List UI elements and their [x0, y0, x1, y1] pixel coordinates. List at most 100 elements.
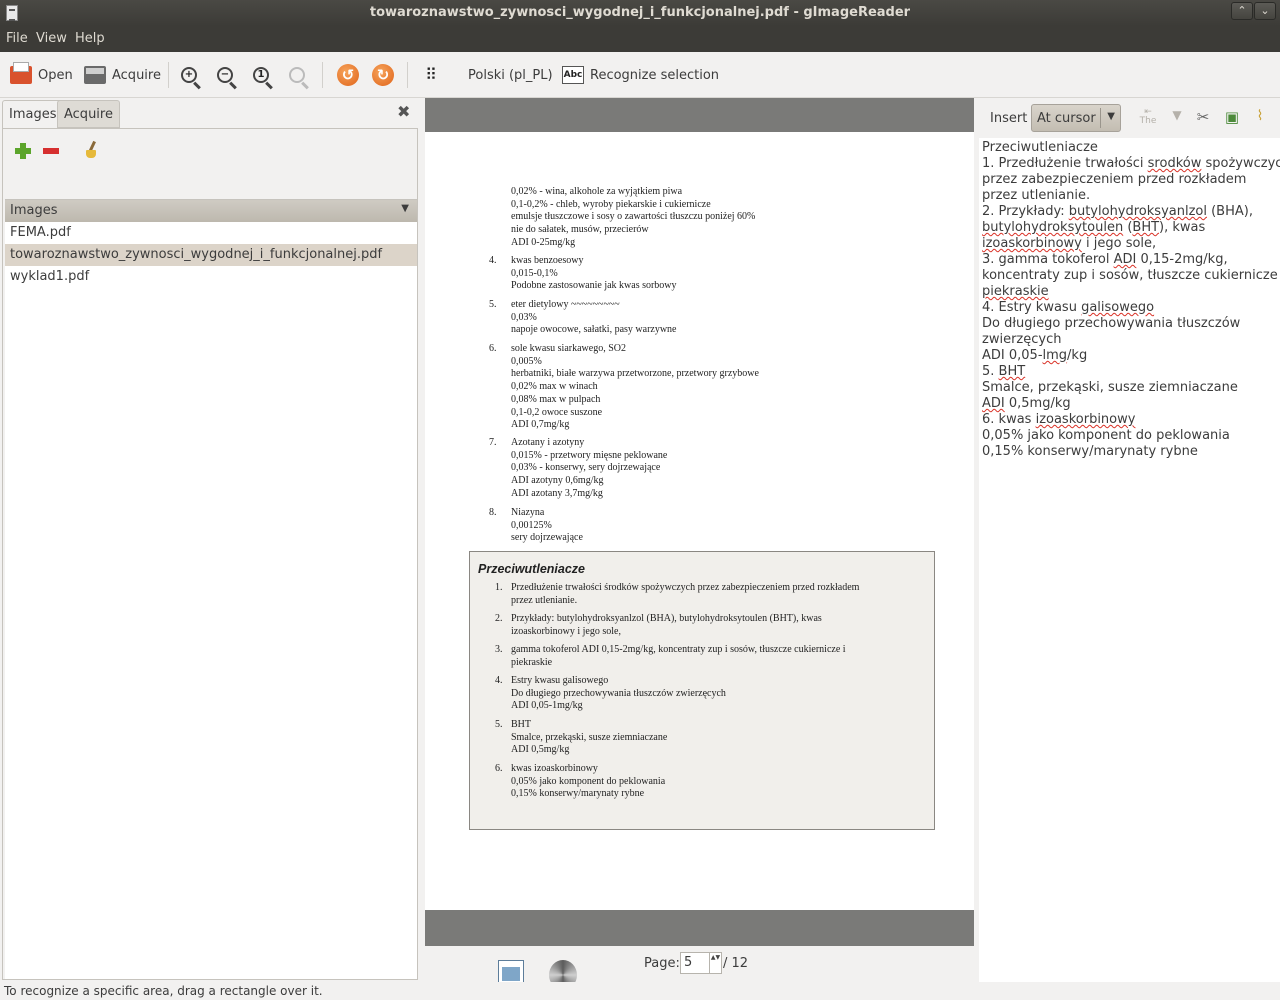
page-total: / 12 [723, 956, 749, 971]
menu-help[interactable]: Help [75, 31, 105, 46]
toolbar-separator [168, 62, 169, 88]
output-line: ADI 0,05-lmg/kg [982, 348, 1088, 363]
remove-image-icon[interactable] [43, 148, 59, 154]
doc-item: 4. kwas benzoesowy 0,015-0,1% Podobne za… [489, 255, 677, 292]
zoom-fit-icon [289, 67, 305, 83]
recognize-selection-button[interactable]: Abc Recognize selection [562, 62, 719, 88]
clear-output-icon[interactable]: ⌇ [1250, 108, 1270, 128]
minimize-button[interactable]: ⌃ [1231, 2, 1253, 20]
output-line: ADI 0,5mg/kg [982, 396, 1071, 411]
close-window-button[interactable]: ⌄ [1254, 2, 1276, 20]
box-item: 4. Estry kwasu galisowego Do długiego pr… [495, 675, 726, 712]
toolbar-separator [322, 62, 323, 88]
output-line: 0,15% konserwy/marynaty rybne [982, 444, 1198, 459]
chevron-down-icon[interactable]: ▼ [1167, 108, 1187, 128]
save-output-icon[interactable]: ▣ [1222, 108, 1242, 128]
doc-intro: 0,02% - wina, alkohole za wyjątkiem piwa… [511, 186, 756, 248]
zoom-out-button[interactable]: − [217, 62, 233, 88]
ocr-settings-button[interactable]: ⠿ [420, 62, 442, 88]
rotate-right-icon: ↻ [372, 64, 394, 86]
list-header[interactable]: Images ▼ [5, 200, 417, 222]
page-current: 5 [684, 955, 693, 970]
strip-linebreaks-icon[interactable]: ⇤ The [1138, 108, 1158, 128]
sources-sidebar: Images Acquire ✖ Images ▼ FEMA.pdf towar… [0, 98, 420, 982]
box-item: 6. kwas izoaskorbinowy 0,05% jako kompon… [495, 763, 666, 800]
list-item[interactable]: FEMA.pdf [5, 222, 417, 244]
ocr-dots-icon: ⠿ [425, 65, 437, 84]
insert-mode-value: At cursor [1037, 111, 1096, 126]
tab-images[interactable]: Images [2, 100, 64, 128]
open-button[interactable]: Open [10, 62, 73, 88]
output-line: Do długiego przechowywania tłuszczów [982, 316, 1241, 331]
image-list: Images ▼ FEMA.pdf towaroznawstwo_zywnosc… [5, 199, 417, 979]
sort-arrow-icon: ▼ [401, 203, 409, 214]
output-line: Przeciwutleniacze [982, 140, 1098, 155]
rotate-left-button[interactable]: ↺ [337, 62, 359, 88]
abc-recognize-icon: Abc [562, 66, 584, 84]
menu-file[interactable]: File [6, 31, 28, 46]
doc-item: 6. sole kwasu siarkawego, SO2 0,005% her… [489, 343, 759, 431]
find-replace-icon[interactable]: ✂ [1193, 108, 1213, 128]
list-header-label: Images [10, 203, 58, 218]
box-item: 5. BHT Smalce, przekąski, susze ziemniac… [495, 719, 668, 756]
document-canvas[interactable]: 0,02% - wina, alkohole za wyjątkiem piwa… [425, 98, 974, 946]
antioxidants-box: Przeciwutleniacze 1. Przedłużenie trwało… [469, 551, 935, 830]
page-label: Page: [644, 956, 680, 971]
images-panel: Images ▼ FEMA.pdf towaroznawstwo_zywnosc… [2, 128, 418, 980]
output-line: piekraskie [982, 284, 1049, 299]
output-line: 6. kwas izoaskorbinowy [982, 412, 1136, 427]
zoom-in-icon: + [181, 67, 197, 83]
zoom-out-icon: − [217, 67, 233, 83]
close-sidebar-icon[interactable]: ✖ [397, 102, 410, 121]
acquire-button[interactable]: Acquire [84, 62, 161, 88]
menu-view[interactable]: View [36, 31, 67, 46]
insert-mode-select[interactable]: At cursor ▼ [1031, 104, 1121, 132]
list-item-selected[interactable]: towaroznawstwo_zywnosci_wygodnej_i_funkc… [5, 244, 417, 266]
output-line: izoaskorbinowy i jego sole, [982, 236, 1157, 251]
clear-list-icon[interactable] [85, 141, 99, 159]
page-number-input[interactable]: 5 ▲▼ [680, 952, 722, 974]
output-line: 0,05% jako komponent do peklowania [982, 428, 1230, 443]
page-spin-icon[interactable]: ▲▼ [709, 953, 721, 973]
output-line: zwierzęcych [982, 332, 1062, 347]
zoom-original-button[interactable]: 1 [253, 62, 269, 88]
output-line: 1. Przedłużenie trwałości srodków spożyw… [982, 156, 1280, 171]
doc-item: 8. Niazyna 0,00125% sery dojrzewające [489, 507, 583, 544]
main-toolbar: Open Acquire + − 1 ↺ ↻ ⠿ Polski (pl_PL) … [0, 52, 1280, 98]
output-line: koncentraty zup i sosów, tłuszcze cukier… [982, 268, 1280, 283]
output-line: 5. BHT [982, 364, 1026, 379]
zoom-fit-button[interactable] [289, 62, 305, 88]
pdf-page[interactable]: 0,02% - wina, alkohole za wyjątkiem piwa… [425, 132, 974, 910]
recognize-label: Recognize selection [590, 67, 720, 83]
list-item[interactable]: wyklad1.pdf [5, 266, 417, 288]
tab-acquire[interactable]: Acquire [57, 100, 120, 128]
rotate-right-button[interactable]: ↻ [372, 62, 394, 88]
zoom-in-button[interactable]: + [181, 62, 197, 88]
doc-item: 7. Azotany i azotyny 0,015% - przetwory … [489, 437, 668, 499]
combo-separator [1100, 108, 1101, 128]
page-navigator: Page: 5 ▲▼ / 12 [425, 946, 974, 990]
status-bar: To recognize a specific area, drag a rec… [0, 982, 1280, 1000]
title-bar: towaroznawstwo_zywnosci_wygodnej_i_funkc… [0, 0, 1280, 26]
window-title: towaroznawstwo_zywnosci_wygodnej_i_funkc… [369, 5, 911, 20]
output-line: 4. Estry kwasu galisowego [982, 300, 1155, 315]
zoom-original-icon: 1 [253, 67, 269, 83]
add-image-icon[interactable] [15, 143, 31, 159]
output-line: przez utlenianie. [982, 188, 1091, 203]
toolbar-separator [407, 62, 408, 88]
language-selector[interactable]: Polski (pl_PL) [468, 62, 553, 88]
doc-item: 5. eter dietylowy ~~~~~~~~~ 0,03% napoje… [489, 299, 677, 336]
acquire-label: Acquire [112, 67, 161, 83]
box-item: 3. gamma tokoferol ADI 0,15-2mg/kg, konc… [495, 644, 846, 668]
output-toolbar: Insert At cursor ▼ ⇤ The ▼ ✂ ▣ ⌇ [975, 98, 1280, 138]
menu-bar: File View Help [0, 26, 1280, 52]
output-text-area[interactable]: Przeciwutleniacze 1. Przedłużenie trwało… [979, 138, 1280, 982]
open-label: Open [38, 67, 73, 83]
output-line: 3. gamma tokoferol ADI 0,15-2mg/kg, [982, 252, 1228, 267]
insert-label: Insert [990, 111, 1028, 126]
the-glyph: The [1139, 116, 1157, 126]
box-item: 1. Przedłużenie trwałości środków spożyw… [495, 582, 860, 606]
box-item: 2. Przykłady: butylohydroksyanlzol (BHA)… [495, 613, 822, 637]
chevron-down-icon: ▼ [1107, 111, 1115, 122]
output-line: Smalce, przekąski, susze ziemniaczane [982, 380, 1238, 395]
